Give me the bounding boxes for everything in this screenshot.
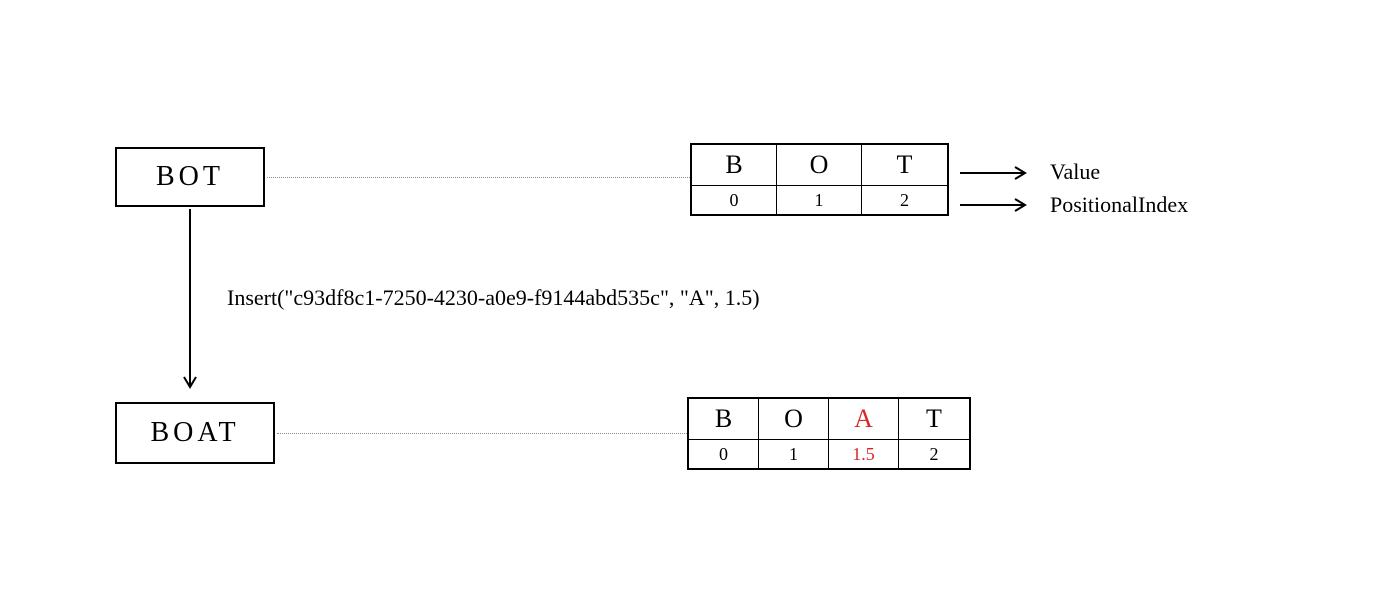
table-value-cell: O bbox=[759, 399, 829, 439]
table-value-cell: O bbox=[777, 145, 862, 185]
table-value-cell: A bbox=[829, 399, 899, 439]
table-index-cell: 2 bbox=[899, 440, 969, 468]
word-box-before: BOT bbox=[115, 147, 265, 207]
table-before: BOT 012 bbox=[690, 143, 949, 216]
table-index-cell: 0 bbox=[692, 186, 777, 214]
table-value-cell: B bbox=[689, 399, 759, 439]
table-index-cell: 1.5 bbox=[829, 440, 899, 468]
arrow-before-to-after bbox=[180, 209, 200, 399]
table-value-cell: T bbox=[862, 145, 947, 185]
dotted-connector-before bbox=[267, 177, 690, 178]
table-value-cell: T bbox=[899, 399, 969, 439]
label-value: Value bbox=[1050, 159, 1100, 185]
table-index-cell: 1 bbox=[759, 440, 829, 468]
table-value-cell: B bbox=[692, 145, 777, 185]
table-index-cell: 1 bbox=[777, 186, 862, 214]
dotted-connector-after bbox=[277, 433, 687, 434]
word-box-after: BOAT bbox=[115, 402, 275, 464]
operation-text: Insert("c93df8c1-7250-4230-a0e9-f9144abd… bbox=[227, 285, 760, 311]
table-index-cell: 2 bbox=[862, 186, 947, 214]
arrow-to-value bbox=[960, 163, 1040, 183]
table-after: BOAT 011.52 bbox=[687, 397, 971, 470]
label-positional-index: PositionalIndex bbox=[1050, 192, 1188, 218]
table-index-cell: 0 bbox=[689, 440, 759, 468]
arrow-to-index bbox=[960, 195, 1040, 215]
